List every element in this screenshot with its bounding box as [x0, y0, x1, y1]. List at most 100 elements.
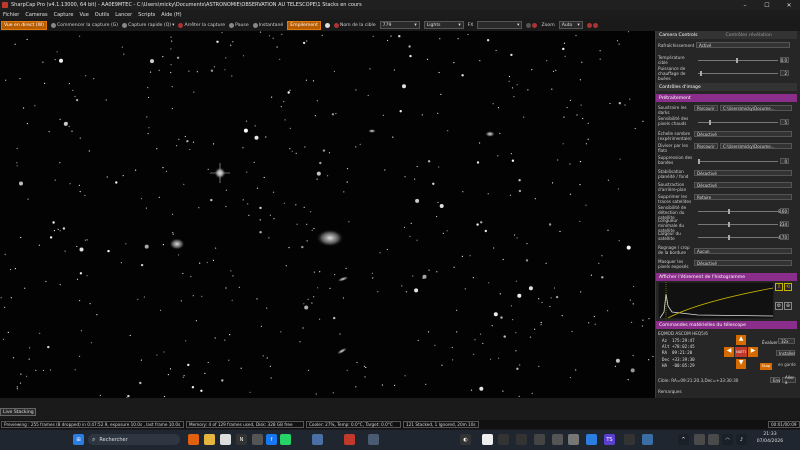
settings-icon[interactable]: ⚙	[775, 301, 783, 310]
sat-width-input[interactable]: 4.70	[778, 234, 789, 240]
hot-pixel-input[interactable]: 5	[780, 119, 789, 125]
menu-capture[interactable]: Capture	[54, 12, 74, 18]
tray-icon-5[interactable]	[534, 434, 545, 445]
env-button[interactable]: Env	[770, 377, 780, 383]
goto-button[interactable]: Aller à	[782, 375, 796, 385]
live-image-view[interactable]	[0, 31, 655, 398]
tray-chevron-icon[interactable]: ^	[678, 434, 689, 445]
sat-sensitivity-input[interactable]: 8.60	[778, 208, 789, 214]
fx-select[interactable]: ▾	[477, 21, 523, 29]
extra-tools[interactable]	[586, 22, 598, 28]
image-controls-header[interactable]: Contrôles d'image	[656, 83, 797, 91]
windows-start-icon[interactable]: ⊞	[73, 434, 84, 445]
temp-target-slider[interactable]	[698, 60, 778, 61]
menu-help[interactable]: Aide (H)	[161, 12, 181, 18]
menu-scripts[interactable]: Scripts	[138, 12, 155, 18]
dark-path-field[interactable]: C:\Users\micky\Docume...	[720, 105, 792, 111]
crop-select[interactable]: Aucun	[694, 248, 792, 254]
tray-icon-6[interactable]	[552, 434, 563, 445]
south-button[interactable]: ▼	[736, 359, 746, 369]
hot-pixel-knob[interactable]	[709, 120, 711, 125]
flat-path-field[interactable]: C:\Users\micky\Docume...	[720, 143, 792, 149]
refresh-select[interactable]: Activé	[696, 42, 790, 48]
target-name-field[interactable]: 779 ▾	[379, 21, 420, 29]
banding-slider[interactable]	[698, 161, 778, 162]
folder-icon[interactable]	[204, 434, 215, 445]
live-stacking-tab[interactable]: Live Stacking	[0, 408, 36, 416]
sat-width-slider[interactable]	[698, 237, 778, 238]
tray-icon-8[interactable]	[586, 434, 597, 445]
dark-browse-button[interactable]: Parcourir	[694, 105, 718, 111]
heater-slider[interactable]	[698, 73, 778, 74]
zoom-icon[interactable]: ⊕	[784, 301, 792, 310]
fx-tools[interactable]	[526, 22, 538, 28]
astro-app-icon[interactable]	[368, 434, 379, 445]
stop-button[interactable]: Stop	[760, 363, 772, 370]
rate-select[interactable]: 32x	[778, 338, 795, 344]
fit-icon[interactable]: ⇧	[775, 283, 783, 291]
north-button[interactable]: ▲	[736, 335, 746, 345]
tray-icon-11[interactable]	[694, 434, 705, 445]
clock[interactable]: 21:33 07/04/2026	[752, 432, 788, 445]
menu-tools[interactable]: Outils	[95, 12, 109, 18]
sat-min-length-knob[interactable]	[728, 222, 730, 227]
facebook-icon[interactable]: f	[266, 434, 277, 445]
frame-type-select[interactable]: Lights ▾	[423, 21, 464, 29]
live-view-button[interactable]: Vue en direct (W)	[1, 20, 47, 30]
start-capture-button[interactable]: Commencer la capture (G)	[50, 22, 118, 28]
east-button[interactable]: ▶	[748, 347, 758, 357]
stacking-button[interactable]: Empilement	[287, 20, 321, 30]
wifi-icon[interactable]: ◠	[722, 434, 733, 445]
notion-icon[interactable]: N	[236, 434, 247, 445]
pause-button[interactable]: Pause	[229, 22, 249, 28]
flat-browse-button[interactable]: Parcourir	[694, 143, 718, 149]
west-button[interactable]: ◀	[724, 347, 734, 357]
temp-target-input[interactable]: 0.0	[780, 57, 789, 63]
tray-icon-7[interactable]	[568, 434, 579, 445]
tray-icon-9[interactable]	[624, 434, 635, 445]
reveal-controls-checkbox[interactable]: Contrôles révélation	[726, 33, 772, 38]
tray-icon-3[interactable]	[498, 434, 509, 445]
menu-cameras[interactable]: Cameras	[25, 12, 47, 18]
sharpcap-icon[interactable]	[344, 434, 355, 445]
install-button[interactable]: Installer	[776, 350, 795, 356]
widgets-icon[interactable]	[188, 434, 199, 445]
volume-icon[interactable]: ♪	[736, 434, 747, 445]
telescope-header[interactable]: Commandes matérielles du télescope	[656, 321, 797, 329]
zoom-select[interactable]: Auto ▾	[558, 21, 583, 29]
tray-icon-2[interactable]	[482, 434, 493, 445]
tray-icon-1[interactable]: ◐	[460, 434, 471, 445]
stop-capture-button[interactable]: Arrêter la capture	[178, 22, 225, 28]
banding-input[interactable]: 0	[780, 158, 789, 164]
sat-min-length-input[interactable]: 234	[779, 221, 789, 227]
bg-subtract-select[interactable]: Désactivé	[694, 182, 792, 188]
reset-icon[interactable]: ⟲	[784, 283, 792, 291]
vpn-icon[interactable]	[312, 434, 323, 445]
record-toggle[interactable]	[324, 22, 330, 28]
tray-icon-10[interactable]	[642, 434, 653, 445]
tray-icon-12[interactable]	[708, 434, 719, 445]
quick-capture-button[interactable]: Capture rapide (Q) ▾	[122, 22, 174, 28]
snapshot-button[interactable]: Instantané	[252, 22, 283, 28]
histogram-chart[interactable]	[658, 282, 774, 319]
sat-sensitivity-knob[interactable]	[728, 209, 730, 214]
camera-controls-header[interactable]: Camera Controls Contrôles révélation	[656, 31, 797, 39]
mask-select[interactable]: Désactivé	[694, 260, 792, 266]
whatsapp-icon[interactable]	[280, 434, 291, 445]
dark-scale-select[interactable]: Désactivé	[694, 131, 792, 137]
temp-target-knob[interactable]	[736, 58, 738, 63]
histogram-header[interactable]: Afficher l'étirement de l'histogramme	[656, 273, 797, 281]
tray-icon-4[interactable]	[516, 434, 527, 445]
ts-icon[interactable]: TS	[604, 434, 615, 445]
menu-file[interactable]: Fichier	[3, 12, 19, 18]
center-button[interactable]: NATTI	[735, 347, 747, 357]
menu-view[interactable]: Vue	[79, 12, 88, 18]
sat-trails-select[interactable]: Refaire	[694, 194, 792, 200]
minimize-button[interactable]: –	[734, 0, 756, 10]
banding-knob[interactable]	[698, 159, 700, 164]
heater-input[interactable]: 2	[780, 70, 789, 76]
app-icon-1[interactable]	[252, 434, 263, 445]
maximize-button[interactable]: ☐	[756, 0, 778, 10]
store-icon[interactable]	[220, 434, 231, 445]
sat-width-knob[interactable]	[728, 235, 730, 240]
